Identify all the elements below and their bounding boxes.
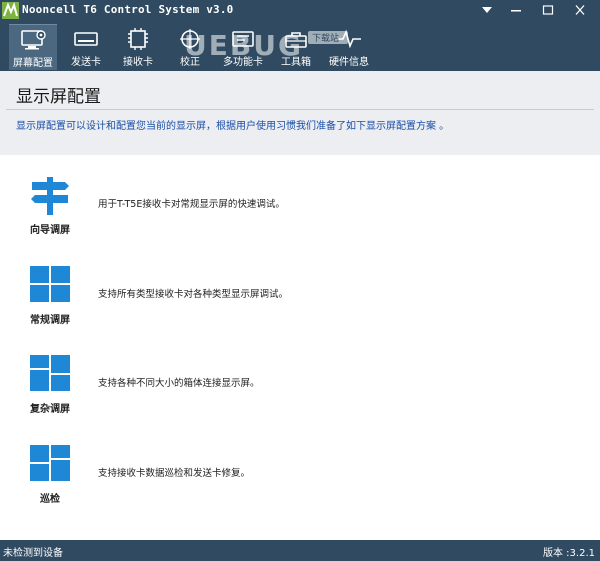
page-header: 显示屏配置 显示屏配置可以设计和配置您当前的显示屏，根据用户使用习惯我们准备了如… (0, 71, 600, 155)
tab-label: 发送卡 (71, 57, 101, 68)
option-standard-config[interactable]: 常规调屏 支持所有类型接收卡对各种类型显示屏调试。 (0, 265, 600, 345)
option-name: 复杂调屏 (30, 404, 70, 415)
maximize-button[interactable] (534, 0, 562, 20)
maximize-icon (542, 5, 554, 15)
uneven-grid-icon (29, 354, 71, 396)
close-icon (575, 5, 585, 15)
option-description: 支持接收卡数据巡检和发送卡修复。 (98, 468, 251, 479)
minimize-button[interactable] (502, 0, 530, 20)
multifunction-card-icon (232, 31, 254, 47)
tab-label: 校正 (180, 57, 200, 68)
tab-toolbox[interactable]: 工具箱 (272, 24, 320, 70)
tab-calibration[interactable]: 校正 (166, 24, 214, 70)
tab-sender-card[interactable]: 发送卡 (62, 24, 110, 70)
title-bar[interactable]: Nooncell T6 Control System v3.0 (0, 0, 600, 22)
tab-label: 硬件信息 (329, 57, 369, 68)
dropdown-button[interactable] (473, 0, 501, 20)
option-name: 向导调屏 (30, 225, 70, 236)
tab-multifunction-card[interactable]: 多功能卡 (218, 24, 268, 70)
tab-label: 多功能卡 (223, 57, 263, 68)
tab-hardware-info[interactable]: 硬件信息 (324, 24, 374, 70)
minimize-icon (511, 10, 521, 12)
option-complex-config[interactable]: 复杂调屏 支持各种不同大小的箱体连接显示屏。 (0, 354, 600, 434)
window-title: Nooncell T6 Control System v3.0 (22, 3, 234, 16)
option-description: 用于T-T5E接收卡对常规显示屏的快速调试。 (98, 199, 285, 210)
hardware-info-icon (337, 29, 361, 49)
title-divider (6, 109, 594, 110)
tab-receiver-card[interactable]: 接收卡 (114, 24, 162, 70)
main-toolbar: 屏幕配置 发送卡 接收卡 校正 多功能卡 工具箱 硬件信息 (0, 24, 600, 71)
split-grid-icon (29, 444, 71, 486)
close-button[interactable] (566, 0, 594, 20)
version-label: 版本 :3.2.1 (543, 548, 595, 559)
receiver-card-icon (128, 28, 148, 50)
option-name: 常规调屏 (30, 315, 70, 326)
device-status: 未检测到设备 (3, 548, 63, 559)
tab-label: 接收卡 (123, 57, 153, 68)
page-description: 显示屏配置可以设计和配置您当前的显示屏，根据用户使用习惯我们准备了如下显示屏配置… (16, 121, 450, 132)
app-logo-icon (2, 2, 19, 19)
option-wizard-config[interactable]: 向导调屏 用于T-T5E接收卡对常规显示屏的快速调试。 (0, 175, 600, 255)
top-chrome: Nooncell T6 Control System v3.0 屏幕配置 发送卡… (0, 0, 600, 71)
tab-label: 屏幕配置 (13, 58, 53, 69)
option-description: 支持所有类型接收卡对各种类型显示屏调试。 (98, 289, 289, 300)
option-description: 支持各种不同大小的箱体连接显示屏。 (98, 378, 260, 389)
page-title: 显示屏配置 (16, 87, 101, 107)
status-bar: 未检测到设备 版本 :3.2.1 (0, 540, 600, 561)
monitor-gear-icon (21, 30, 46, 50)
tab-label: 工具箱 (281, 57, 311, 68)
toolbox-icon (285, 32, 307, 48)
app-window: Nooncell T6 Control System v3.0 屏幕配置 发送卡… (0, 0, 600, 561)
tab-screen-config[interactable]: 屏幕配置 (9, 24, 57, 70)
signpost-icon (29, 175, 71, 217)
option-name: 巡检 (40, 494, 60, 505)
four-grid-icon (29, 265, 71, 307)
dropdown-icon (482, 7, 492, 13)
calibration-icon (180, 29, 200, 49)
sender-card-icon (74, 32, 98, 46)
option-inspection[interactable]: 巡检 支持接收卡数据巡检和发送卡修复。 (0, 444, 600, 524)
